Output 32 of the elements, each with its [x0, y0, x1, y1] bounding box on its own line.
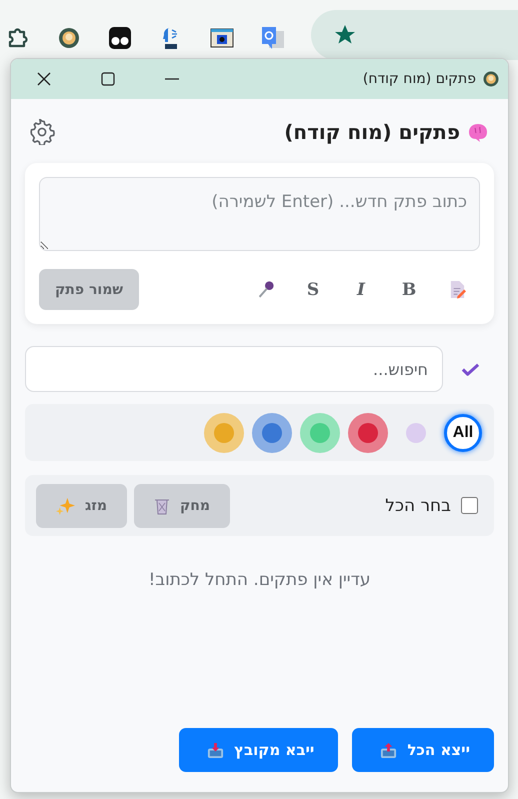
export-button[interactable]: ייצא הכל: [352, 728, 494, 772]
empty-message: עדיין אין פתקים. התחל לכתוב!: [147, 570, 372, 590]
puzzle-icon[interactable]: [6, 26, 30, 50]
select-all-label: בחר הכל: [385, 496, 451, 516]
maximize-icon: [101, 72, 115, 86]
page-pencil-icon: [448, 280, 466, 299]
color-filter[interactable]: [204, 412, 244, 452]
select-all-checkbox[interactable]: [461, 497, 478, 514]
all-colors-filter[interactable]: All: [444, 414, 482, 452]
settings-button[interactable]: [29, 119, 55, 145]
italic-button[interactable]: I: [348, 280, 374, 300]
app-title: פתקים (מוח קודח): [284, 120, 460, 144]
import-button[interactable]: ייבא מקובץ: [179, 728, 338, 772]
strikethrough-button[interactable]: S: [300, 280, 326, 300]
medallion-icon[interactable]: [57, 26, 81, 50]
trash-icon: [154, 496, 170, 514]
outbox-tray-icon: [380, 742, 398, 758]
color-filter[interactable]: [348, 412, 388, 452]
medallion-icon: [482, 70, 500, 88]
close-icon: [37, 72, 51, 86]
window-title: פתקים (מוח קודח): [362, 71, 476, 87]
eyes-icon[interactable]: [108, 26, 132, 50]
note-input[interactable]: כתוב פתק חדש... (Enter לשמירה): [39, 177, 480, 251]
sparkles-icon: [56, 496, 75, 515]
translate-icon[interactable]: [261, 26, 285, 50]
color-filter[interactable]: [252, 412, 292, 452]
search-field[interactable]: חיפוש...: [25, 346, 443, 392]
color-filter[interactable]: [300, 412, 340, 452]
bold-button[interactable]: B: [396, 280, 422, 300]
inbox-tray-icon: [207, 742, 224, 758]
camera-window-icon[interactable]: [210, 26, 234, 50]
settings-icon: [29, 119, 55, 145]
